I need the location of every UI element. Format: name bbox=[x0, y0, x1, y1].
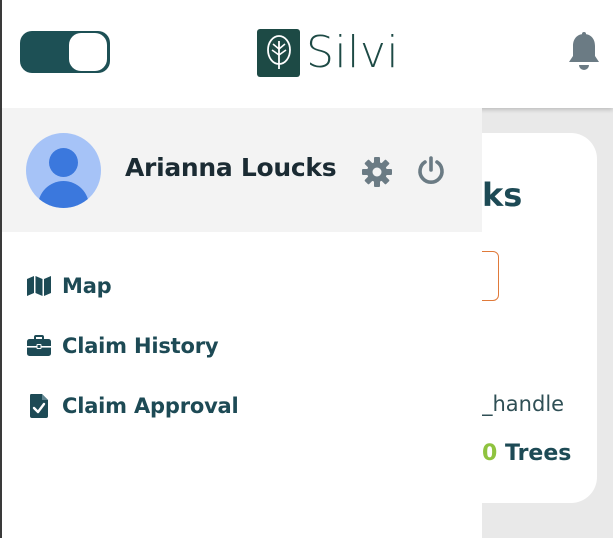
briefcase-icon bbox=[26, 333, 52, 359]
settings-gear-icon[interactable] bbox=[361, 156, 393, 188]
card-title-fragment: ks bbox=[482, 176, 523, 214]
file-check-icon bbox=[26, 393, 52, 419]
brand-logo[interactable]: Silvi bbox=[257, 29, 399, 77]
notification-bell-icon[interactable] bbox=[565, 31, 603, 73]
menu-item-claim-approval[interactable]: Claim Approval bbox=[26, 388, 239, 424]
toggle-knob[interactable] bbox=[69, 33, 107, 71]
window-edge bbox=[0, 0, 2, 538]
avatar-body-shape bbox=[38, 181, 89, 208]
tree-logo-icon bbox=[257, 29, 300, 77]
brand-name: Silvi bbox=[306, 27, 400, 78]
trees-count-value: 0 bbox=[482, 441, 498, 466]
avatar[interactable] bbox=[26, 133, 101, 208]
menu-item-label: Claim Approval bbox=[62, 394, 239, 418]
logout-power-icon[interactable] bbox=[415, 155, 447, 187]
user-name: Arianna Loucks bbox=[125, 153, 337, 182]
card-handle-text: _handle bbox=[482, 392, 565, 416]
menu-item-label: Claim History bbox=[62, 334, 219, 358]
theme-toggle[interactable] bbox=[20, 31, 110, 73]
drawer-profile-header: Arianna Loucks bbox=[2, 108, 482, 232]
map-icon bbox=[26, 273, 52, 299]
app-header: Silvi bbox=[0, 0, 613, 108]
menu-item-label: Map bbox=[62, 274, 112, 298]
card-trees-count: 0 Trees bbox=[482, 441, 571, 466]
navigation-drawer: Arianna Loucks Map Claim History Claim A… bbox=[2, 108, 482, 538]
avatar-head-shape bbox=[49, 148, 78, 177]
menu-item-claim-history[interactable]: Claim History bbox=[26, 328, 219, 364]
trees-label: Trees bbox=[504, 441, 572, 466]
menu-item-map[interactable]: Map bbox=[26, 268, 112, 304]
